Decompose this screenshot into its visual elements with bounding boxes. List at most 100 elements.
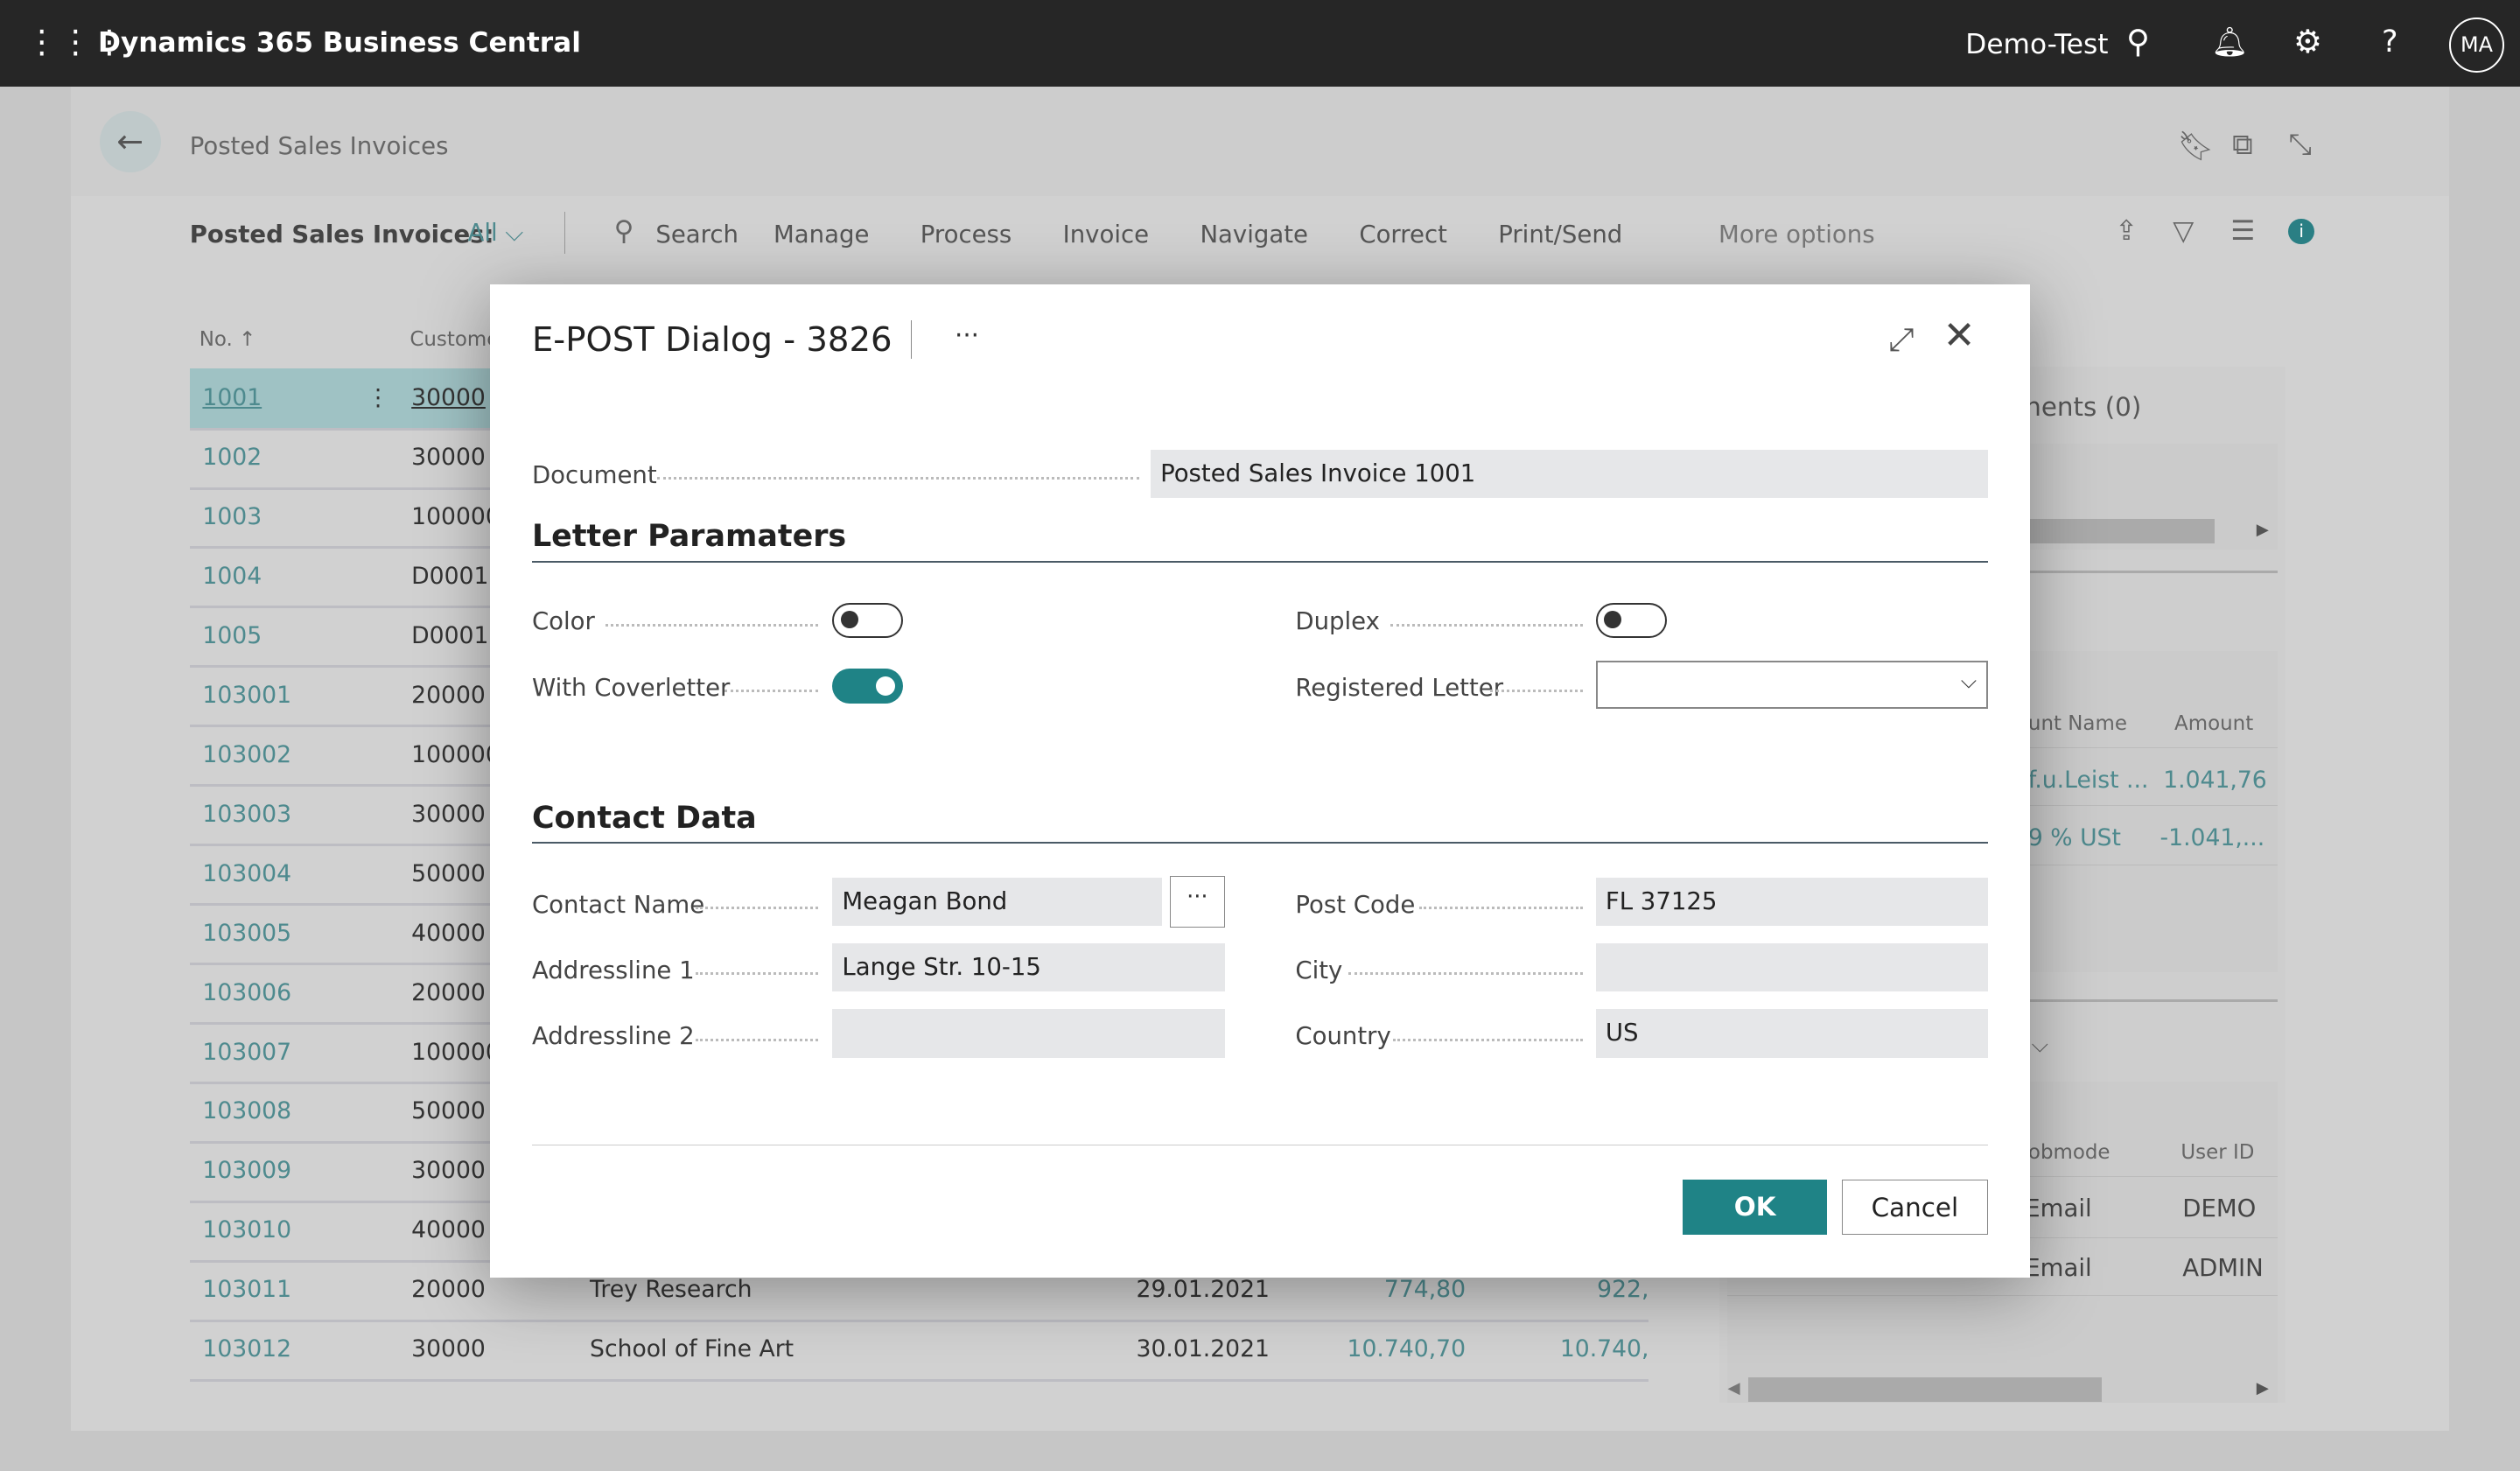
contact-lookup-button[interactable]: ··· <box>1170 875 1225 928</box>
row-no[interactable]: 103008 <box>202 1097 291 1124</box>
row-amount-incl-vat[interactable]: 10.740, <box>1560 1335 1649 1362</box>
gl-header-name: unt Name <box>2027 711 2127 735</box>
address2-field[interactable] <box>832 1009 1225 1058</box>
row-customer: 30000 <box>411 1335 486 1363</box>
color-toggle[interactable] <box>832 602 904 639</box>
list-view-icon[interactable]: ☰ <box>2230 215 2255 247</box>
log-row-mode: Email <box>2025 1194 2092 1222</box>
section-contact-data: Contact Data <box>531 801 1988 844</box>
row-no[interactable]: 1001 <box>202 384 262 411</box>
row-no[interactable]: 103003 <box>202 801 291 828</box>
gl-row-name[interactable]: 9 % USt <box>2028 824 2121 851</box>
scrollbar-thumb[interactable] <box>2008 519 2215 543</box>
row-customer-name: School of Fine Art <box>590 1335 794 1363</box>
close-icon[interactable]: ✕ <box>1943 313 1976 358</box>
filter-value: All <box>467 218 498 247</box>
row-no[interactable]: 103001 <box>202 682 291 709</box>
column-header-customer[interactable]: Custome <box>410 328 499 351</box>
search-icon[interactable]: ⚲ <box>614 215 634 247</box>
bookmark-icon[interactable]: 🔖︎ <box>2178 129 2215 164</box>
row-date: 30.01.2021 <box>1136 1335 1270 1363</box>
row-customer: 100000 <box>411 502 500 530</box>
back-button[interactable]: ← <box>99 110 161 172</box>
row-no[interactable]: 103002 <box>202 741 291 768</box>
scrollbar-thumb[interactable] <box>1748 1377 2103 1402</box>
info-icon[interactable]: i <box>2288 218 2314 245</box>
share-icon[interactable]: ⇪ <box>2115 215 2138 247</box>
row-no[interactable]: 1003 <box>202 503 262 530</box>
action-process[interactable]: Process <box>920 221 1012 249</box>
registered-letter-label: Registered Letter <box>1295 673 1504 702</box>
row-no[interactable]: 1002 <box>202 444 262 471</box>
avatar[interactable]: MA <box>2449 18 2504 73</box>
gl-row-amount[interactable]: -1.041,... <box>2160 824 2265 851</box>
action-invoice[interactable]: Invoice <box>1063 221 1150 249</box>
page-title: Posted Sales Invoices <box>189 131 449 160</box>
row-no[interactable]: 103007 <box>202 1039 291 1066</box>
action-navigate[interactable]: Navigate <box>1200 221 1308 249</box>
city-field[interactable] <box>1595 943 1988 992</box>
action-print-send[interactable]: Print/Send <box>1498 221 1622 249</box>
ok-button[interactable]: OK <box>1683 1180 1828 1235</box>
row-customer: 100000 <box>411 1038 500 1066</box>
scroll-right-icon[interactable]: ▶ <box>2257 1379 2269 1397</box>
log-row-user: ADMIN <box>2182 1253 2264 1282</box>
registered-letter-select[interactable]: ⌵ <box>1595 660 1988 709</box>
gear-icon[interactable]: ⚙ <box>2293 23 2322 60</box>
open-new-window-icon[interactable]: ⧉ <box>2232 127 2253 162</box>
address1-field[interactable]: Lange Str. 10-15 <box>832 943 1225 992</box>
row-no[interactable]: 103009 <box>202 1157 291 1184</box>
gl-row-name[interactable]: f.u.Leist ... <box>2028 767 2149 794</box>
row-no[interactable]: 103006 <box>202 979 291 1006</box>
gl-row-amount[interactable]: 1.041,76 <box>2163 767 2267 794</box>
country-label: Country <box>1295 1022 1391 1051</box>
scroll-right-icon[interactable]: ▶ <box>2257 521 2269 539</box>
duplex-toggle[interactable] <box>1595 602 1667 639</box>
search-icon[interactable]: ⚲ <box>2126 23 2150 60</box>
contact-name-field[interactable]: Meagan Bond <box>832 877 1162 926</box>
postcode-label: Post Code <box>1295 890 1416 919</box>
log-header-user: User ID <box>2180 1141 2255 1165</box>
row-amount[interactable]: 774,80 <box>1384 1276 1466 1303</box>
chevron-down-icon[interactable]: ⌵ <box>2032 1032 2048 1059</box>
log-row-user: DEMO <box>2182 1194 2257 1222</box>
cancel-button[interactable]: Cancel <box>1841 1180 1988 1235</box>
row-customer: 50000 <box>411 1097 486 1125</box>
action-manage[interactable]: Manage <box>774 221 869 249</box>
dialog-title: E-POST Dialog - 3826 <box>531 319 892 360</box>
expand-icon[interactable]: ⤢ <box>1888 320 1914 359</box>
log-header-mode: obmode <box>2027 1141 2110 1165</box>
row-no[interactable]: 103010 <box>202 1216 291 1243</box>
row-no[interactable]: 103012 <box>202 1335 291 1362</box>
row-amount[interactable]: 10.740,70 <box>1348 1335 1466 1362</box>
action-correct[interactable]: Correct <box>1359 221 1447 249</box>
country-field[interactable]: US <box>1595 1009 1988 1058</box>
row-no[interactable]: 103011 <box>202 1276 291 1303</box>
coverletter-toggle[interactable] <box>832 669 904 704</box>
duplex-label: Duplex <box>1295 607 1380 636</box>
row-no[interactable]: 103005 <box>202 920 291 947</box>
row-no[interactable]: 1005 <box>202 622 262 649</box>
filter-icon[interactable]: ▽ <box>2173 215 2194 247</box>
action-search[interactable]: Search <box>655 221 738 249</box>
filter-dropdown[interactable]: All ⌵ <box>467 219 523 248</box>
row-customer: 30000 <box>411 1157 486 1185</box>
bell-icon[interactable]: 🔔︎ <box>2211 25 2248 60</box>
row-no[interactable]: 103004 <box>202 860 291 887</box>
row-date: 29.01.2021 <box>1136 1276 1270 1304</box>
collapse-icon[interactable]: ⤡ <box>2288 127 2311 162</box>
help-icon[interactable]: ? <box>2382 25 2398 60</box>
row-menu-icon[interactable]: ⋮ <box>367 384 390 411</box>
attachments-title[interactable]: nents (0) <box>2025 392 2141 422</box>
row-amount-incl-vat[interactable]: 922, <box>1597 1276 1648 1303</box>
table-row[interactable]: 103012 30000 School of Fine Art 30.01.2021 1… <box>189 1320 1649 1382</box>
column-header-no[interactable]: No. ↑ <box>200 328 256 351</box>
action-more-options[interactable]: More options <box>1718 221 1875 249</box>
postcode-field[interactable]: FL 37125 <box>1595 877 1988 926</box>
row-customer: 20000 <box>411 681 486 709</box>
company-name[interactable]: Demo-Test <box>1965 29 2108 60</box>
more-actions-button[interactable]: ··· <box>955 320 979 350</box>
row-customer: 50000 <box>411 859 486 887</box>
scroll-left-icon[interactable]: ◀ <box>1727 1379 1740 1397</box>
row-no[interactable]: 1004 <box>202 563 262 590</box>
